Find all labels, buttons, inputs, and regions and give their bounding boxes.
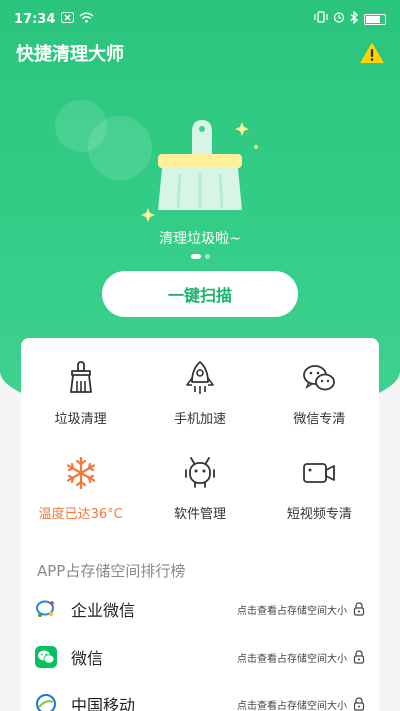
wifi-icon — [79, 12, 94, 26]
broom-icon — [69, 361, 92, 393]
video-camera-icon — [303, 463, 336, 483]
snowflake-icon — [66, 456, 95, 490]
app-name: 中国移动 — [71, 696, 136, 711]
ranking-row-wechat[interactable]: 微信 点击查看占存储空间大小 — [35, 641, 365, 673]
tool-label: 垃圾清理 — [54, 412, 107, 427]
storage-hint: 点击查看占存储空间大小 — [237, 700, 347, 711]
app-name: 微信 — [71, 649, 104, 668]
warning-icon[interactable] — [360, 42, 384, 64]
carousel-dot-active — [190, 254, 201, 259]
tool-app-manager[interactable]: 软件管理 — [140, 455, 259, 522]
tools-card: 垃圾清理 手机加速 微信专清 温度已达36°C 软件管理 短视频专清 APP占存… — [21, 338, 379, 711]
tool-junk-clean[interactable]: 垃圾清理 — [21, 360, 140, 427]
status-bar: 17:34 — [0, 0, 400, 38]
tool-temperature[interactable]: 温度已达36°C — [21, 455, 140, 522]
tool-label: 软件管理 — [173, 507, 226, 522]
tool-phone-boost[interactable]: 手机加速 — [140, 360, 259, 427]
bluetooth-icon — [350, 9, 359, 28]
close-box-icon — [61, 12, 75, 26]
app-title: 快捷清理大师 — [16, 44, 124, 65]
carousel-dot — [204, 254, 210, 259]
tool-label: 温度已达36°C — [38, 507, 123, 522]
tool-short-video-clean[interactable]: 短视频专清 — [260, 455, 379, 522]
storage-ranking-title: APP占存储空间排行榜 — [37, 562, 186, 580]
ranking-row-china-mobile[interactable]: 中国移动 点击查看占存储空间大小 — [35, 688, 365, 711]
storage-hint: 点击查看占存储空间大小 — [237, 653, 347, 665]
tool-label: 短视频专清 — [286, 507, 352, 522]
tool-label: 微信专清 — [293, 412, 346, 427]
lock-icon — [353, 650, 365, 664]
app-bar: 快捷清理大师 — [0, 38, 400, 68]
lock-icon — [353, 602, 365, 616]
status-time: 17:34 — [14, 11, 56, 27]
battery-icon — [364, 13, 386, 25]
one-click-scan-button[interactable]: 一键扫描 — [102, 271, 298, 317]
lock-icon — [353, 697, 365, 711]
rocket-icon — [186, 361, 214, 394]
wechat-app-icon — [35, 646, 57, 668]
hero-caption: 清理垃圾啦~ — [159, 231, 241, 247]
vibrate-icon — [314, 11, 328, 27]
carousel-indicator — [0, 254, 400, 259]
storage-hint: 点击查看占存储空间大小 — [237, 605, 347, 617]
app-name: 企业微信 — [71, 601, 136, 620]
broom-illustration — [140, 112, 260, 222]
robot-icon — [185, 457, 215, 488]
tool-wechat-clean[interactable]: 微信专清 — [260, 360, 379, 427]
ranking-row-wecom[interactable]: 企业微信 点击查看占存储空间大小 — [35, 593, 365, 625]
china-mobile-icon — [35, 693, 57, 711]
wechat-icon — [303, 365, 336, 391]
tools-grid: 垃圾清理 手机加速 微信专清 温度已达36°C 软件管理 短视频专清 — [21, 360, 379, 522]
tool-label: 手机加速 — [173, 412, 226, 427]
alarm-icon — [333, 11, 345, 27]
wecom-icon — [35, 598, 57, 620]
